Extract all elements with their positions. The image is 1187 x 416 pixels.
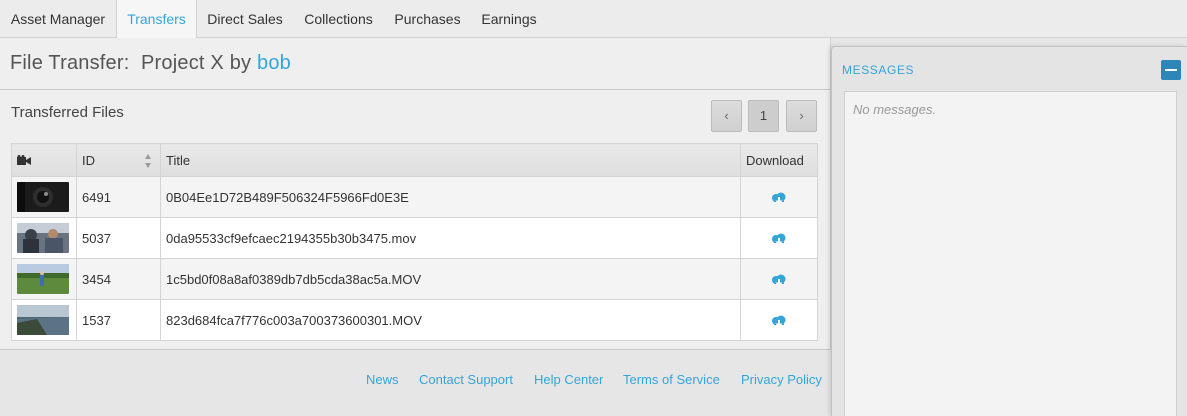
footer-link-terms-of-service[interactable]: Terms of Service xyxy=(623,372,720,387)
table-row: 1537 823d684fca7f776c003a700373600301.MO… xyxy=(11,299,818,341)
thumbnail-cell xyxy=(11,258,77,300)
collapse-minus-icon[interactable] xyxy=(1161,60,1181,80)
file-title: 1c5bd0f08a8af0389db7db5cda38ac5a.MOV xyxy=(160,258,741,300)
thumbnail-cell xyxy=(11,299,77,341)
people-outdoor-thumbnail[interactable] xyxy=(17,223,69,253)
table-header-row: ID Title Download xyxy=(11,143,818,177)
cloud-download-icon[interactable] xyxy=(771,192,787,205)
table-row: 6491 0B04Ee1D72B489F506324F5966Fd0E3E xyxy=(11,176,818,218)
file-title: 823d684fca7f776c003a700373600301.MOV xyxy=(160,299,741,341)
tab-direct-sales[interactable]: Direct Sales xyxy=(197,0,293,38)
id-header-label: ID xyxy=(82,152,95,168)
footer-link-news[interactable]: News xyxy=(366,372,399,387)
file-id: 3454 xyxy=(76,258,161,300)
id-column-header[interactable]: ID xyxy=(76,143,161,177)
tab-earnings[interactable]: Earnings xyxy=(471,0,547,38)
video-camera-icon xyxy=(17,155,31,165)
transferred-files-table: ID Title Download 6491 0B04Ee1D72B489F50… xyxy=(11,143,818,341)
cloud-download-icon[interactable] xyxy=(771,274,787,287)
tab-asset-manager[interactable]: Asset Manager xyxy=(0,0,116,38)
download-cell xyxy=(740,258,818,300)
footer-link-contact-support[interactable]: Contact Support xyxy=(419,372,513,387)
pagination: ‹ 1 › xyxy=(711,100,817,132)
download-header-label: Download xyxy=(746,152,804,168)
title-column-header: Title xyxy=(160,143,741,177)
messages-list: No messages. xyxy=(844,91,1177,416)
download-cell xyxy=(740,299,818,341)
sort-icon xyxy=(145,154,151,168)
download-cell xyxy=(740,217,818,259)
title-header-label: Title xyxy=(166,152,191,168)
page-title: File Transfer: Project X by bob xyxy=(10,52,291,75)
file-id: 5037 xyxy=(76,217,161,259)
tab-purchases[interactable]: Purchases xyxy=(384,0,471,38)
page-title-text: File Transfer: Project X by xyxy=(10,52,257,74)
footer-link-privacy-policy[interactable]: Privacy Policy xyxy=(741,372,822,387)
next-page-button[interactable]: › xyxy=(786,100,817,132)
cloud-download-icon[interactable] xyxy=(771,233,787,246)
messages-panel: MESSAGES No messages. xyxy=(831,46,1187,416)
tab-transfers[interactable]: Transfers xyxy=(116,0,197,39)
main-panel: File Transfer: Project X by bob Transfer… xyxy=(0,38,831,350)
messages-title: MESSAGES xyxy=(842,63,915,77)
footer-link-help-center[interactable]: Help Center xyxy=(534,372,603,387)
page-1-button[interactable]: 1 xyxy=(748,100,779,132)
coastline-thumbnail[interactable] xyxy=(17,305,69,335)
top-nav: Asset Manager Transfers Direct Sales Col… xyxy=(0,0,1187,39)
file-title: 0da95533cf9efcaec2194355b30b3475.mov xyxy=(160,217,741,259)
field-person-thumbnail[interactable] xyxy=(17,264,69,294)
no-messages-text: No messages. xyxy=(853,102,937,117)
tab-collections[interactable]: Collections xyxy=(293,0,384,38)
dark-lens-thumbnail[interactable] xyxy=(17,182,69,212)
thumbnail-column-header xyxy=(11,143,77,177)
title-divider xyxy=(0,89,831,90)
download-column-header: Download xyxy=(740,143,818,177)
cloud-download-icon[interactable] xyxy=(771,315,787,328)
file-id: 6491 xyxy=(76,176,161,218)
owner-link[interactable]: bob xyxy=(257,52,291,74)
download-cell xyxy=(740,176,818,218)
thumbnail-cell xyxy=(11,176,77,218)
file-id: 1537 xyxy=(76,299,161,341)
previous-page-button[interactable]: ‹ xyxy=(711,100,742,132)
thumbnail-cell xyxy=(11,217,77,259)
file-title: 0B04Ee1D72B489F506324F5966Fd0E3E xyxy=(160,176,741,218)
section-title: Transferred Files xyxy=(11,104,124,121)
table-row: 3454 1c5bd0f08a8af0389db7db5cda38ac5a.MO… xyxy=(11,258,818,300)
table-row: 5037 0da95533cf9efcaec2194355b30b3475.mo… xyxy=(11,217,818,259)
